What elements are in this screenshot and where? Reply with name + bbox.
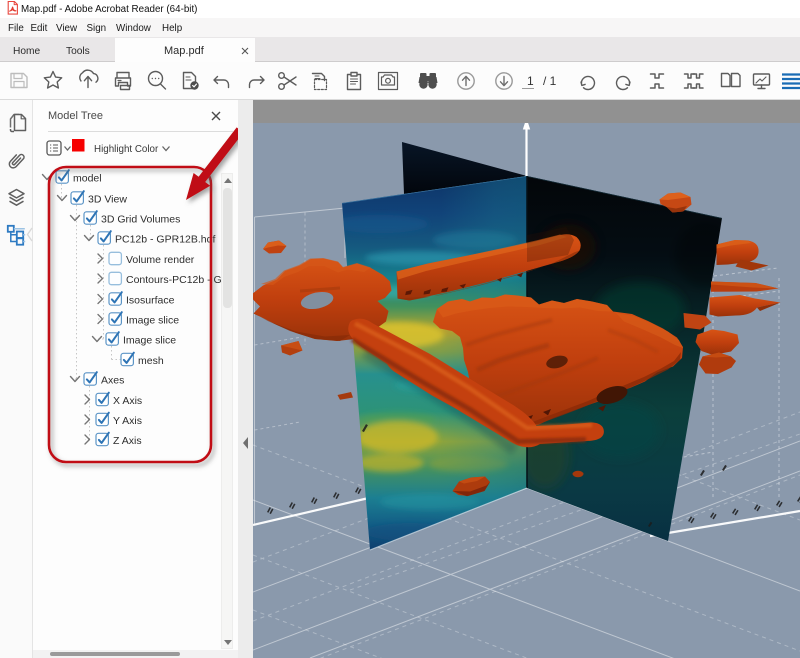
svg-text:1: 1 bbox=[527, 74, 534, 88]
svg-text:/ 1: / 1 bbox=[543, 74, 557, 88]
